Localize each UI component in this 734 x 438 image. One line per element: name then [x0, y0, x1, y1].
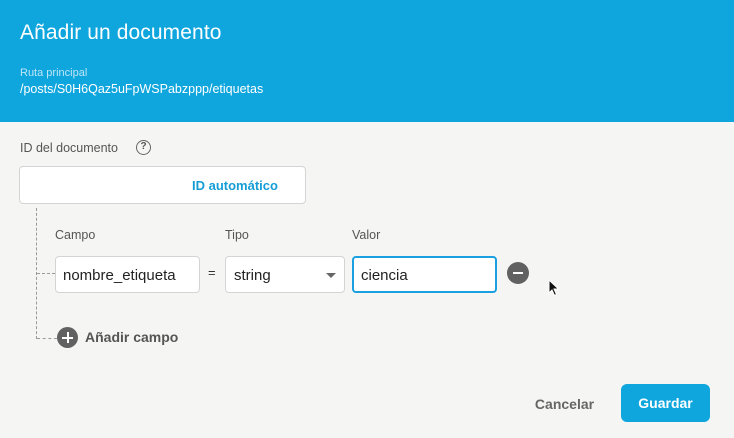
tree-connector-branch — [37, 273, 55, 274]
remove-circle-icon[interactable] — [507, 262, 529, 284]
add-field-button[interactable]: Añadir campo — [85, 329, 178, 345]
auto-id-button[interactable]: ID automático — [192, 178, 278, 193]
equals-sign: = — [208, 265, 216, 280]
tree-connector-branch — [37, 338, 57, 339]
mouse-cursor-icon — [548, 279, 560, 297]
parent-path-value: /posts/S0H6Qaz5uFpWSPabzppp/etiquetas — [20, 82, 264, 96]
dialog-header: Añadir un documento Ruta principal /post… — [0, 0, 734, 122]
type-select-value: string — [234, 267, 271, 284]
cancel-button[interactable]: Cancelar — [526, 386, 603, 422]
add-circle-icon[interactable] — [57, 327, 78, 348]
field-column-label: Campo — [55, 228, 96, 242]
question-circle-icon[interactable]: ? — [136, 140, 151, 155]
field-name-input[interactable]: nombre_etiqueta — [55, 256, 200, 293]
chevron-down-icon — [326, 273, 336, 278]
type-column-label: Tipo — [225, 228, 249, 242]
field-value-input[interactable]: ciencia — [352, 256, 497, 293]
dialog-title: Añadir un documento — [20, 21, 222, 44]
document-id-label: ID del documento — [20, 141, 118, 155]
save-button[interactable]: Guardar — [621, 384, 710, 422]
value-column-label: Valor — [352, 228, 381, 242]
parent-path-label: Ruta principal — [20, 67, 88, 79]
type-select[interactable]: string — [225, 256, 345, 293]
